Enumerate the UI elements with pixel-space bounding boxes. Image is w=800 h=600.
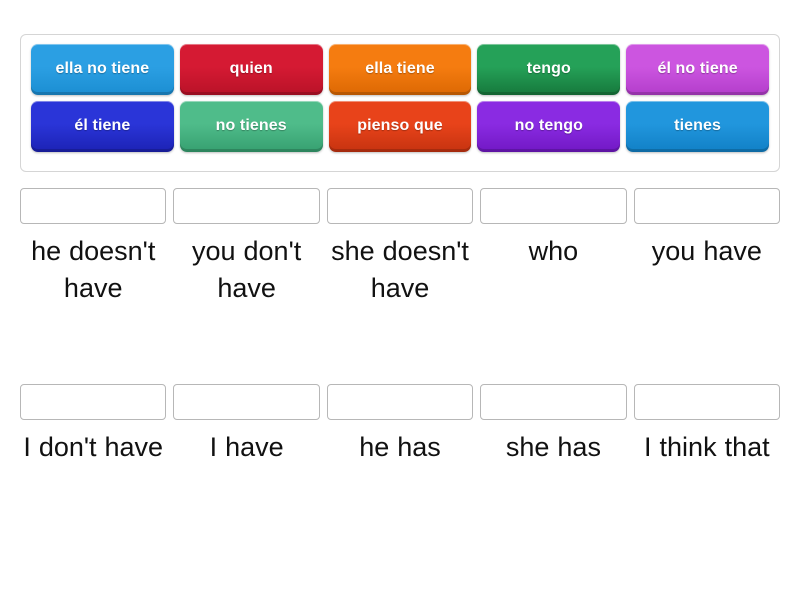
- answer-row-2: I don't have I have he has she has I thi…: [20, 384, 781, 466]
- answer-cell-2-1: I don't have: [20, 384, 167, 466]
- drop-zone-2-4[interactable]: [480, 384, 627, 420]
- drop-zone-2-2[interactable]: [173, 384, 320, 420]
- answer-cell-2-4: she has: [480, 384, 627, 466]
- drop-zone-1-5[interactable]: [633, 188, 781, 224]
- drop-zone-2-5[interactable]: [633, 384, 781, 420]
- drop-zone-2-1[interactable]: [20, 384, 167, 420]
- activity-stage: ella no tiene quien ella tiene tengo él …: [0, 0, 800, 600]
- answer-label-you-have: you have: [651, 236, 762, 266]
- answer-cell-1-3: she doesn't have: [326, 188, 474, 308]
- answer-cell-1-1: he doesn't have: [20, 188, 167, 308]
- answer-row-1: he doesn't have you don't have she doesn…: [20, 188, 781, 308]
- drop-zone-1-1[interactable]: [20, 188, 167, 224]
- tile-bank: ella no tiene quien ella tiene tengo él …: [20, 34, 780, 172]
- answer-label-i-think-that: I think that: [644, 432, 770, 462]
- tile-tengo[interactable]: tengo: [477, 44, 621, 95]
- drop-zone-1-3[interactable]: [326, 188, 474, 224]
- answer-label-i-dont-have: I don't have: [23, 432, 164, 462]
- tile-ella-no-tiene[interactable]: ella no tiene: [31, 44, 174, 95]
- tile-el-tiene[interactable]: él tiene: [31, 101, 174, 152]
- answer-label-he-has: he has: [359, 432, 441, 462]
- tile-ella-tiene[interactable]: ella tiene: [328, 44, 472, 95]
- tile-no-tengo[interactable]: no tengo: [477, 101, 621, 152]
- tile-pienso-que[interactable]: pienso que: [328, 101, 472, 152]
- drop-zone-1-2[interactable]: [173, 188, 320, 224]
- tile-bank-row-2: él tiene no tienes pienso que no tengo t…: [31, 101, 769, 152]
- tile-no-tienes[interactable]: no tienes: [179, 101, 323, 152]
- drop-zone-2-3[interactable]: [326, 384, 474, 420]
- answer-cell-2-2: I have: [173, 384, 320, 466]
- tile-el-no-tiene[interactable]: él no tiene: [626, 44, 769, 95]
- tile-quien[interactable]: quien: [179, 44, 323, 95]
- answer-label-who: who: [528, 236, 579, 266]
- answer-cell-1-2: you don't have: [173, 188, 320, 308]
- answer-label-i-have: I have: [209, 432, 284, 462]
- answer-cell-2-3: he has: [326, 384, 474, 466]
- answer-label-you-dont-have: you don't have: [191, 236, 302, 304]
- answer-label-he-doesnt-have: he doesn't have: [31, 236, 156, 304]
- answer-cell-1-4: who: [480, 188, 627, 308]
- answer-label-she-has: she has: [505, 432, 601, 462]
- tile-tienes[interactable]: tienes: [626, 101, 769, 152]
- answer-cell-1-5: you have: [633, 188, 781, 308]
- drop-zone-1-4[interactable]: [480, 188, 627, 224]
- tile-bank-row-1: ella no tiene quien ella tiene tengo él …: [31, 44, 769, 95]
- answer-cell-2-5: I think that: [633, 384, 781, 466]
- answer-label-she-doesnt-have: she doesn't have: [331, 236, 469, 304]
